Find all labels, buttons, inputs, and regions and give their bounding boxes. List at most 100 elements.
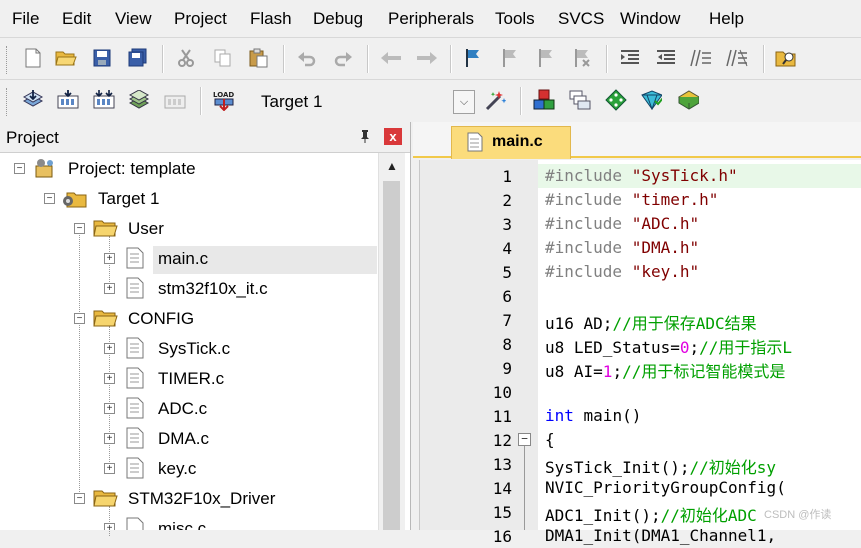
save-all-icon[interactable]	[127, 47, 149, 69]
collapse-icon[interactable]: −	[74, 313, 85, 324]
tree-node-group[interactable]: − User	[0, 215, 378, 243]
indent-icon[interactable]	[619, 47, 641, 69]
menu-file[interactable]: File	[12, 9, 39, 29]
target-options-icon[interactable]	[484, 89, 506, 111]
code-line[interactable]: 9 u8 AI=1;//用于标记智能模式是	[420, 356, 861, 381]
undo-icon[interactable]	[296, 47, 318, 69]
tree-node-target[interactable]: − Target 1	[0, 185, 378, 213]
cut-icon[interactable]	[175, 47, 197, 69]
tree-node-file[interactable]: + SysTick.c	[0, 335, 378, 363]
menu-help[interactable]: Help	[709, 9, 744, 29]
redo-icon[interactable]	[332, 47, 354, 69]
project-icon	[32, 157, 58, 184]
copy-icon[interactable]	[212, 47, 234, 69]
batch-build-icon[interactable]	[128, 89, 150, 111]
paste-icon[interactable]	[247, 47, 269, 69]
scroll-up-icon[interactable]: ▲	[386, 159, 398, 173]
tree-node-group[interactable]: − CONFIG	[0, 305, 378, 333]
code-line[interactable]: 1 #include "SysTick.h"	[502, 164, 861, 188]
menu-svcs[interactable]: SVCS	[558, 9, 604, 29]
bookmark-next-icon[interactable]	[535, 47, 557, 69]
translate-icon[interactable]	[22, 89, 44, 111]
pin-icon[interactable]	[360, 129, 370, 146]
rebuild-icon[interactable]	[93, 89, 115, 111]
manage-components-icon[interactable]	[533, 89, 555, 111]
expand-icon[interactable]: +	[104, 403, 115, 414]
code-text: #include "timer.h"	[545, 190, 718, 209]
menu-peripherals[interactable]: Peripherals	[388, 9, 474, 29]
tree-node-file[interactable]: + DMA.c	[0, 425, 378, 453]
menu-view[interactable]: View	[115, 9, 152, 29]
code-line[interactable]: 7 u16 AD;//用于保存ADC结果	[420, 308, 861, 333]
collapse-icon[interactable]: −	[44, 193, 55, 204]
expand-icon[interactable]: +	[104, 283, 115, 294]
menu-tools[interactable]: Tools	[495, 9, 535, 29]
collapse-icon[interactable]: −	[14, 163, 25, 174]
collapse-icon[interactable]: −	[74, 223, 85, 234]
expand-icon[interactable]: +	[104, 523, 115, 530]
close-panel-button[interactable]: x	[384, 128, 402, 145]
tree-node-file[interactable]: + main.c	[0, 245, 378, 273]
find-in-files-icon[interactable]	[775, 47, 797, 69]
code-line[interactable]: 12− {	[420, 428, 861, 452]
stop-build-icon[interactable]	[164, 89, 186, 111]
expand-icon[interactable]: +	[104, 373, 115, 384]
nav-forward-icon[interactable]	[416, 47, 438, 69]
code-token: {	[545, 430, 555, 449]
manage-project-icon[interactable]	[677, 89, 699, 111]
menu-project[interactable]: Project	[174, 9, 227, 29]
scroll-thumb[interactable]	[383, 181, 400, 530]
target-dropdown-button[interactable]: ⌵	[453, 90, 475, 114]
menu-flash[interactable]: Flash	[250, 9, 292, 29]
bookmark-icon[interactable]	[462, 47, 484, 69]
save-icon[interactable]	[91, 47, 113, 69]
pack-installer-icon[interactable]	[640, 89, 662, 111]
expand-icon[interactable]: +	[104, 343, 115, 354]
toolbar-grip[interactable]	[6, 88, 10, 116]
code-line[interactable]: 5 #include "key.h"	[420, 260, 861, 284]
target-select[interactable]: Target 1	[251, 88, 451, 114]
code-line[interactable]: 13 SysTick_Init();//初始化sy	[420, 452, 861, 477]
code-editor[interactable]: 1 #include "SysTick.h" 2 #include "timer.h"…	[419, 160, 861, 546]
code-line[interactable]: 3 #include "ADC.h"	[420, 212, 861, 236]
tree-node-group[interactable]: − STM32F10x_Driver	[0, 485, 378, 513]
project-scrollbar[interactable]: ▲	[378, 153, 405, 530]
uncomment-icon[interactable]	[726, 47, 748, 69]
code-line[interactable]: 14 NVIC_PriorityGroupConfig(	[420, 476, 861, 500]
tree-node-file[interactable]: + stm32f10x_it.c	[0, 275, 378, 303]
comment-icon[interactable]	[690, 47, 712, 69]
expand-icon[interactable]: +	[104, 463, 115, 474]
bookmark-prev-icon[interactable]	[499, 47, 521, 69]
expand-icon[interactable]: +	[104, 433, 115, 444]
unindent-icon[interactable]	[655, 47, 677, 69]
code-line[interactable]: 6	[420, 284, 861, 308]
code-line[interactable]: 2 #include "timer.h"	[420, 188, 861, 212]
code-line[interactable]: 11 int main()	[420, 404, 861, 428]
collapse-icon[interactable]: −	[74, 493, 85, 504]
build-icon[interactable]	[57, 89, 79, 111]
code-line[interactable]: 16 DMA1_Init(DMA1_Channel1,	[420, 524, 861, 548]
code-line[interactable]: 10	[420, 380, 861, 404]
tree-node-project[interactable]: − Project: template	[0, 155, 378, 183]
tree-node-file[interactable]: + TIMER.c	[0, 365, 378, 393]
code-line[interactable]: 8 u8 LED_Status=0;//用于指示L	[420, 332, 861, 357]
download-icon[interactable]: LOAD	[212, 89, 234, 111]
menu-window[interactable]: Window	[620, 9, 680, 29]
code-text: DMA1_Init(DMA1_Channel1,	[545, 526, 776, 545]
menu-edit[interactable]: Edit	[62, 9, 91, 29]
open-folder-icon[interactable]	[55, 47, 77, 69]
select-packs-icon[interactable]	[569, 89, 591, 111]
run-time-env-icon[interactable]	[605, 89, 627, 111]
nav-back-icon[interactable]	[380, 47, 402, 69]
bookmark-clear-icon[interactable]	[571, 47, 593, 69]
toolbar-grip[interactable]	[6, 46, 10, 74]
tab-main-c[interactable]: main.c	[451, 126, 571, 159]
code-line[interactable]: 4 #include "DMA.h"	[420, 236, 861, 260]
new-file-icon[interactable]	[22, 47, 44, 69]
expand-icon[interactable]: +	[104, 253, 115, 264]
tree-node-file[interactable]: + misc.c	[0, 515, 378, 530]
tree-node-file[interactable]: + key.c	[0, 455, 378, 483]
menu-debug[interactable]: Debug	[313, 9, 363, 29]
fold-toggle-icon[interactable]: −	[518, 433, 531, 446]
tree-node-file[interactable]: + ADC.c	[0, 395, 378, 423]
